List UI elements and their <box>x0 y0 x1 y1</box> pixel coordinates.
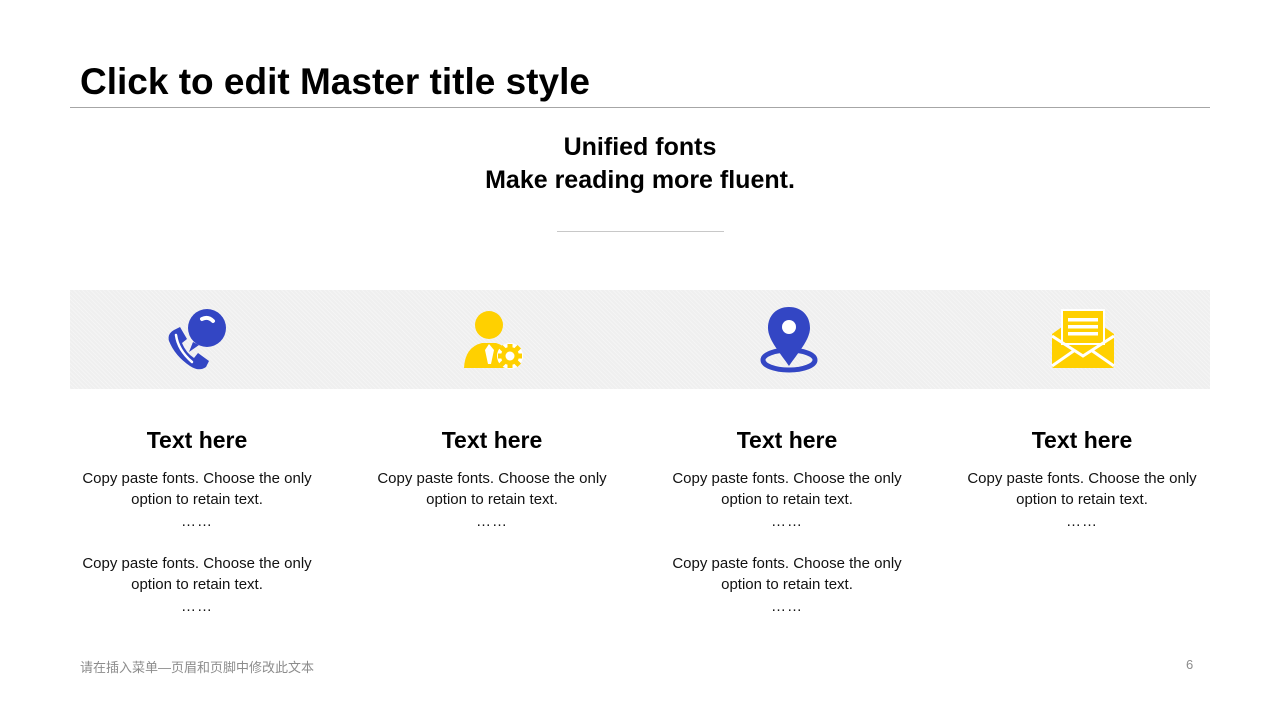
paragraph-ellipsis: …… <box>181 598 213 615</box>
column-paragraph[interactable]: Copy paste fonts. Choose the only option… <box>357 468 627 534</box>
feature-column-4: Text here Copy paste fonts. Choose the o… <box>947 424 1217 534</box>
column-heading[interactable]: Text here <box>652 424 922 460</box>
column-paragraph[interactable]: Copy paste fonts. Choose the only option… <box>652 553 922 619</box>
paragraph-line: option to retain text. <box>131 576 263 593</box>
paragraph-line: Copy paste fonts. Choose the only <box>82 555 312 572</box>
envelope-letter-icon <box>1048 306 1118 376</box>
paragraph-line: option to retain text. <box>721 491 853 508</box>
column-heading[interactable]: Text here <box>947 424 1217 460</box>
paragraph-line: Copy paste fonts. Choose the only <box>967 470 1197 487</box>
feature-column-2: Text here Copy paste fonts. Choose the o… <box>357 424 627 534</box>
feature-column-1: Text here Copy paste fonts. Choose the o… <box>62 424 332 619</box>
paragraph-line: Copy paste fonts. Choose the only <box>82 470 312 487</box>
paragraph-line: Copy paste fonts. Choose the only <box>672 470 902 487</box>
paragraph-ellipsis: …… <box>771 513 803 530</box>
column-heading[interactable]: Text here <box>62 424 332 460</box>
column-paragraph[interactable]: Copy paste fonts. Choose the only option… <box>62 468 332 534</box>
paragraph-line: option to retain text. <box>721 576 853 593</box>
headline-divider <box>557 231 724 232</box>
column-paragraph[interactable]: Copy paste fonts. Choose the only option… <box>947 468 1217 534</box>
column-paragraph[interactable]: Copy paste fonts. Choose the only option… <box>652 468 922 534</box>
page-number: 6 <box>1186 657 1194 672</box>
paragraph-ellipsis: …… <box>181 513 213 530</box>
paragraph-line: option to retain text. <box>1016 491 1148 508</box>
paragraph-line: option to retain text. <box>131 491 263 508</box>
headline[interactable]: Unified fonts Make reading more fluent. <box>0 131 1280 197</box>
user-settings-icon <box>458 306 528 376</box>
icon-band <box>70 290 1210 389</box>
paragraph-line: Copy paste fonts. Choose the only <box>672 555 902 572</box>
paragraph-line: Copy paste fonts. Choose the only <box>377 470 607 487</box>
paragraph-line: option to retain text. <box>426 491 558 508</box>
headline-line-2: Make reading more fluent. <box>485 166 795 194</box>
phone-chat-icon <box>162 306 232 376</box>
column-paragraph[interactable]: Copy paste fonts. Choose the only option… <box>62 553 332 619</box>
paragraph-ellipsis: …… <box>1066 513 1098 530</box>
slide-title[interactable]: Click to edit Master title style <box>80 60 590 104</box>
title-divider <box>70 107 1210 108</box>
footer-text[interactable]: 请在插入菜单—页眉和页脚中修改此文本 <box>80 657 314 676</box>
location-pin-icon <box>754 306 824 376</box>
feature-column-3: Text here Copy paste fonts. Choose the o… <box>652 424 922 619</box>
paragraph-ellipsis: …… <box>476 513 508 530</box>
headline-line-1: Unified fonts <box>563 133 717 161</box>
column-heading[interactable]: Text here <box>357 424 627 460</box>
paragraph-ellipsis: …… <box>771 598 803 615</box>
